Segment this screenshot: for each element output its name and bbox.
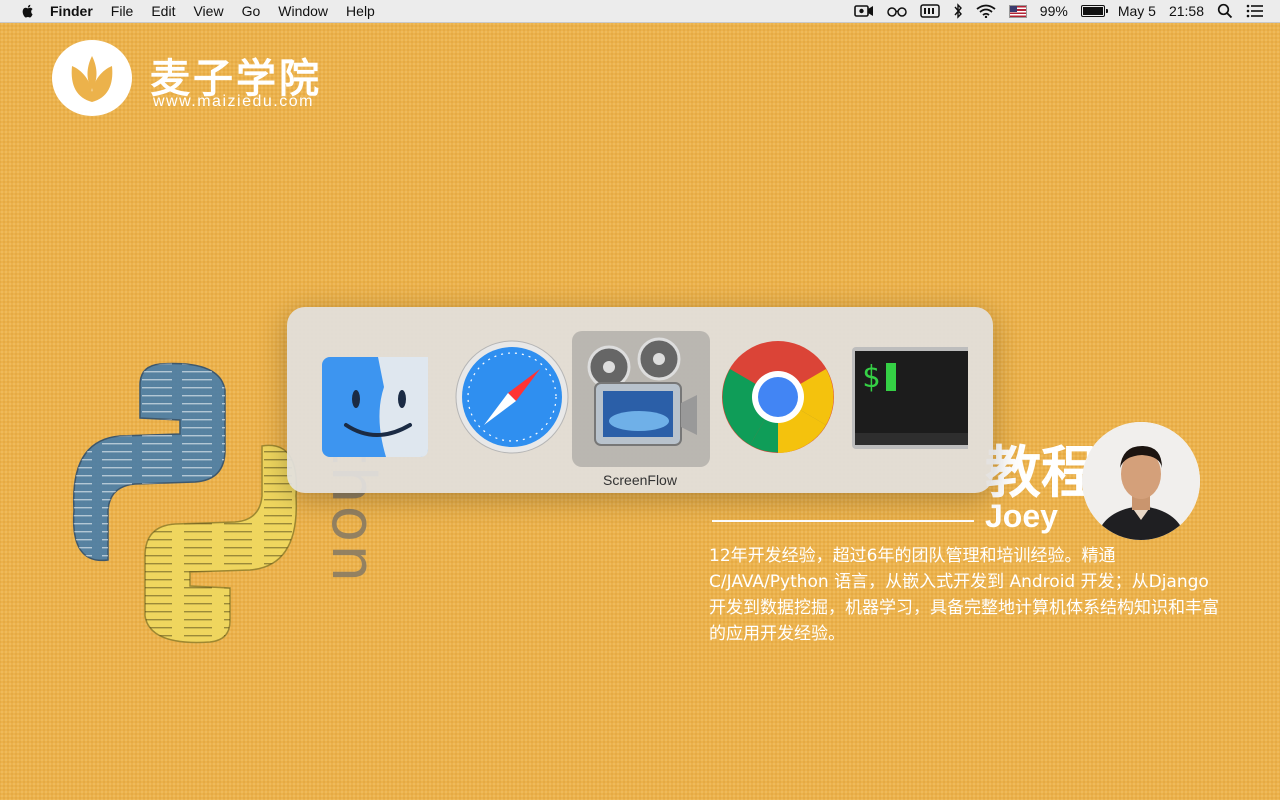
wifi-icon[interactable] [976, 4, 996, 18]
menu-bar: Finder File Edit View Go Window Help 99%… [0, 0, 1280, 23]
menu-edit[interactable]: Edit [151, 3, 175, 19]
python-logo-art [60, 360, 310, 655]
instructor-avatar [1082, 422, 1200, 540]
chrome-icon [722, 341, 834, 453]
menu-help[interactable]: Help [346, 3, 375, 19]
switcher-app-screenflow[interactable] [572, 331, 710, 467]
finder-icon [322, 357, 428, 457]
switcher-app-finder[interactable] [305, 331, 443, 467]
terminal-icon: $ [852, 347, 968, 449]
maizi-logo [52, 40, 132, 116]
instructor-bio: 12年开发经验，超过6年的团队管理和培训经验。精通C/JAVA/Python 语… [709, 546, 1219, 644]
memory-icon[interactable] [920, 4, 940, 18]
instructor-name: Joey [985, 498, 1058, 534]
spotlight-search-icon[interactable] [1217, 3, 1233, 19]
safari-icon [455, 340, 569, 454]
menu-go[interactable]: Go [242, 3, 261, 19]
bluetooth-icon[interactable] [953, 3, 963, 19]
course-title: 教程 [985, 441, 1097, 506]
switcher-app-chrome[interactable] [709, 331, 847, 467]
screenflow-icon [587, 337, 697, 446]
selected-app-label: ScreenFlow [603, 472, 677, 488]
switcher-app-terminal[interactable]: $ [839, 331, 977, 467]
us-flag-icon[interactable] [1008, 4, 1027, 18]
glasses-icon[interactable] [887, 5, 907, 17]
apple-menu-icon[interactable] [20, 3, 36, 19]
battery-icon[interactable] [1080, 5, 1108, 17]
screen-record-icon[interactable] [853, 4, 874, 18]
notification-center-icon[interactable] [1246, 4, 1264, 18]
menubar-time[interactable]: 21:58 [1169, 3, 1204, 19]
switcher-app-safari[interactable] [443, 331, 581, 467]
brand-url: www.maiziedu.com [153, 93, 314, 110]
menu-window[interactable]: Window [278, 3, 328, 19]
menu-file[interactable]: File [111, 3, 134, 19]
battery-percent[interactable]: 99% [1040, 3, 1068, 19]
menubar-date[interactable]: May 5 [1118, 3, 1156, 19]
title-divider [712, 520, 974, 522]
app-switcher: $ ScreenFlow [287, 307, 993, 493]
status-area: 99% May 5 21:58 [853, 0, 1264, 22]
menu-app-finder[interactable]: Finder [50, 3, 93, 19]
svg-text:$: $ [862, 360, 880, 395]
menu-view[interactable]: View [193, 3, 223, 19]
